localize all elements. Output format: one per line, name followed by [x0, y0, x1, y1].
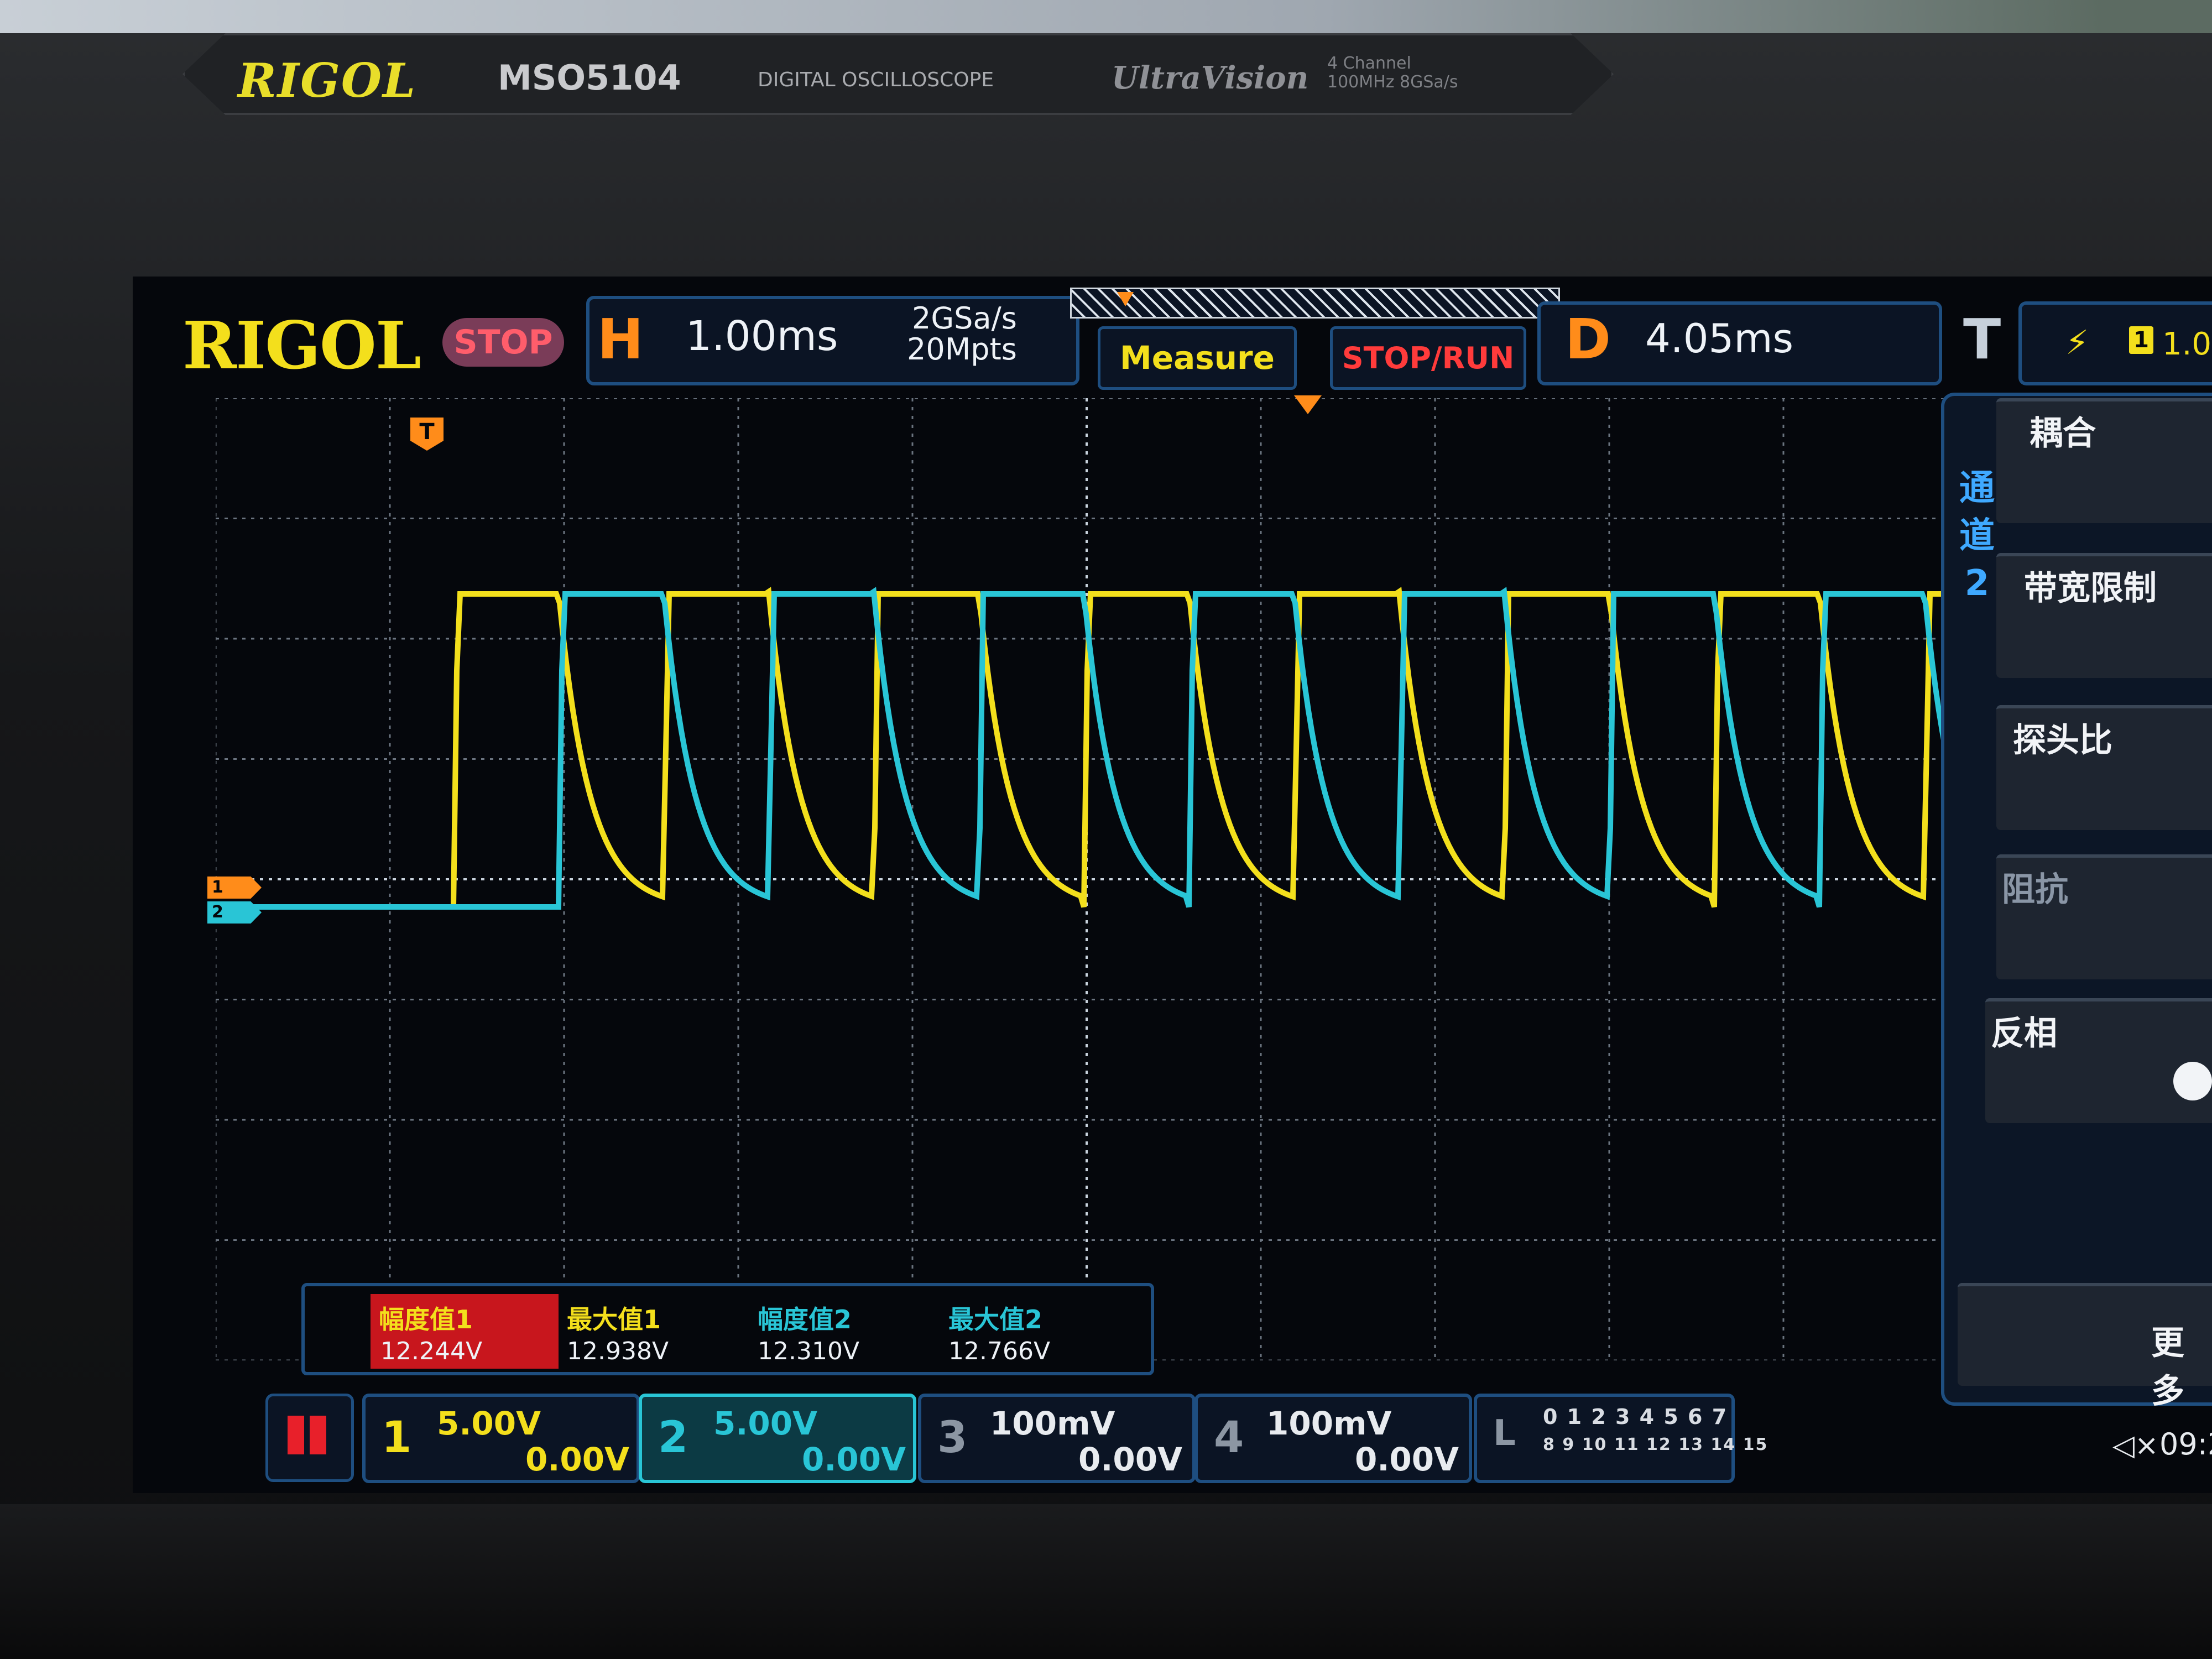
menu-title-char: 2: [1964, 563, 1990, 604]
clock: 09:2: [2159, 1427, 2212, 1462]
channel-offset: 0.00V: [1355, 1441, 1459, 1478]
invert-toggle[interactable]: [2173, 1062, 2212, 1100]
series-label: UltraVision: [1112, 60, 1309, 96]
menu-item-label: 阻抗: [2002, 870, 2068, 909]
channel-offset: 0.00V: [1078, 1441, 1182, 1478]
measurement-value: 12.938V: [567, 1337, 669, 1365]
timebase-value: 1.00ms: [686, 312, 838, 360]
acquisition-info: 2GSa/s 20Mpts: [907, 303, 1017, 365]
menu-title-char: 道: [1959, 515, 1995, 556]
channel-scale: 5.00V: [713, 1405, 817, 1442]
channel-number: 2: [658, 1413, 688, 1463]
menu-item-label: 带宽限制: [2024, 569, 2157, 608]
channel-offset: 0.00V: [525, 1441, 629, 1478]
menu-item-label: 耦合: [2030, 414, 2096, 453]
menu-title: 通 道 2: [1952, 465, 2002, 607]
channel-scale: 100mV: [1266, 1405, 1392, 1442]
channel-scale: 100mV: [990, 1405, 1115, 1442]
channel-number: 3: [937, 1413, 968, 1463]
stop-run-button[interactable]: STOP/RUN: [1330, 326, 1526, 390]
logic-channels-row-1: 0 1 2 3 4 5 6 7: [1543, 1405, 1728, 1429]
logic-label: L: [1493, 1413, 1516, 1454]
rising-edge-icon: ⚡: [2065, 324, 2089, 362]
spec-line-1: 4 Channel: [1327, 54, 1411, 73]
measurement-value: 12.244V: [380, 1337, 483, 1365]
background-wall: [0, 0, 2212, 33]
memory-depth: 20Mpts: [907, 332, 1017, 367]
channel-scale: 5.00V: [437, 1405, 541, 1442]
run-state-badge[interactable]: STOP: [442, 318, 564, 367]
measurement-label[interactable]: 最大值1: [567, 1300, 661, 1336]
menu-item-label: 反相: [1991, 1014, 2057, 1053]
measurement-value: 12.310V: [758, 1337, 860, 1365]
channel-number: 1: [382, 1413, 412, 1463]
measurement-label[interactable]: 幅度值1: [379, 1300, 473, 1336]
model-label: MSO5104: [498, 58, 681, 98]
logic-channels-row-2: 8 9 10 11 12 13 14 15: [1543, 1435, 1768, 1454]
measurement-label[interactable]: 最大值2: [948, 1300, 1042, 1336]
spec-line-2: 100MHz 8GSa/s: [1327, 72, 1458, 92]
trigger-label: T: [1963, 307, 2001, 372]
memory-position-strip: [1070, 288, 1560, 319]
measure-button[interactable]: Measure: [1098, 326, 1297, 390]
sample-rate: 2GSa/s: [911, 301, 1017, 336]
bottom-bezel: [0, 1504, 2212, 1659]
channel-offset: 0.00V: [802, 1441, 906, 1478]
channel-number: 4: [1214, 1413, 1244, 1463]
device-description: DIGITAL OSCILLOSCOPE: [758, 69, 994, 91]
waveform-display: [216, 398, 1958, 1360]
grid-icon: [288, 1416, 326, 1454]
menu-item-label: 探头比: [2013, 721, 2112, 760]
ch1-ground-marker[interactable]: 1: [207, 877, 262, 899]
measurement-value: 12.766V: [948, 1337, 1051, 1365]
ch2-ground-marker[interactable]: 2: [207, 901, 262, 924]
speaker-muted-icon[interactable]: ◁×: [2112, 1429, 2159, 1462]
spec-label: 4 Channel 100MHz 8GSa/s: [1327, 54, 1458, 92]
menu-item-coupling[interactable]: [1996, 398, 2212, 523]
brand-logo: RIGOL: [238, 53, 417, 108]
delay-label: D: [1565, 307, 1611, 372]
menu-item-label: 更多: [2151, 1324, 2184, 1411]
menu-title-char: 通: [1959, 468, 1995, 509]
measurement-label[interactable]: 幅度值2: [758, 1300, 852, 1336]
trigger-source: 1: [2129, 326, 2153, 354]
delay-value: 4.05ms: [1645, 315, 1793, 362]
horizontal-label: H: [597, 307, 644, 372]
screen-logo: RIGOL: [182, 307, 421, 384]
trigger-level: 1.0: [2162, 326, 2212, 362]
